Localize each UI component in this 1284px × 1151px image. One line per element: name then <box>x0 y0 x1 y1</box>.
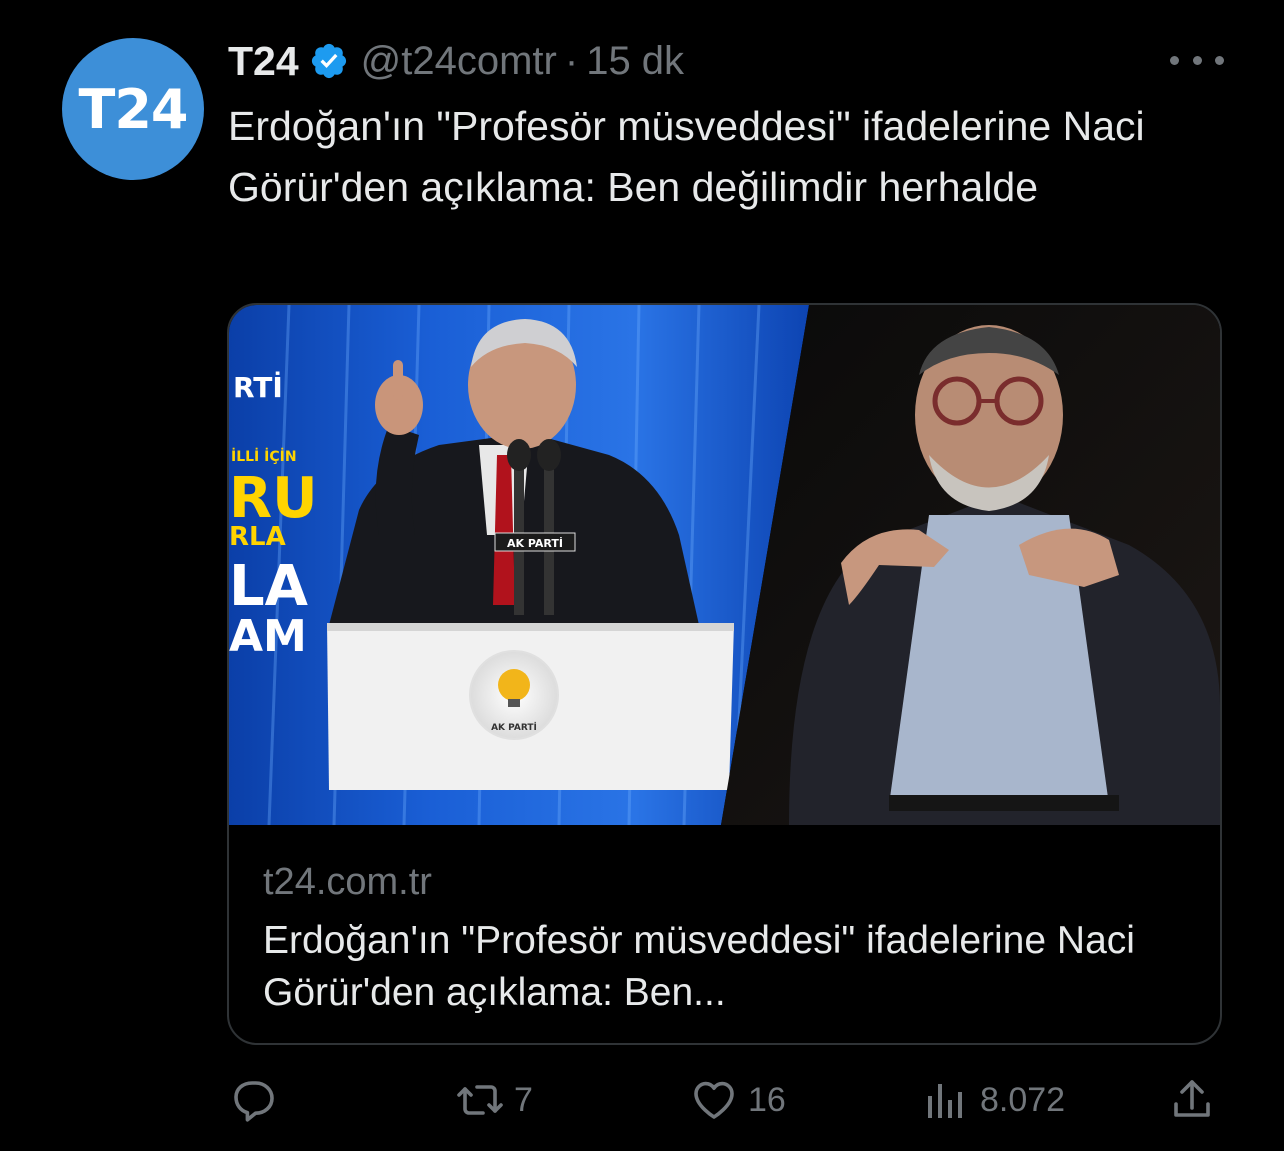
views-count: 8.072 <box>980 1080 1066 1119</box>
sign-small: İLLİ İÇİN <box>231 448 297 465</box>
heart-icon <box>694 1081 734 1119</box>
sign-line-3: RLA <box>229 522 286 552</box>
reply-button[interactable] <box>230 1070 288 1130</box>
tweet-text: Erdoğan'ın "Profesör müsveddesi" ifadele… <box>228 103 1145 210</box>
timestamp[interactable]: 15 dk <box>586 39 684 84</box>
card-image[interactable]: RTİ İLLİ İÇİN RU RLA LA AM AK PARTİ AK P… <box>229 305 1220 825</box>
badge-text: AK PARTİ <box>507 536 563 550</box>
views-button[interactable]: 8.072 <box>922 1070 1065 1130</box>
sign-line-4: LA <box>229 554 309 619</box>
like-button[interactable]: 16 <box>690 1070 786 1130</box>
retweet-icon <box>457 1085 503 1115</box>
card-domain[interactable]: t24.com.tr <box>263 861 432 904</box>
more-options-icon[interactable] <box>1170 50 1224 70</box>
link-card[interactable]: RTİ İLLİ İÇİN RU RLA LA AM AK PARTİ AK P… <box>227 303 1222 1045</box>
avatar-text: T24 <box>78 77 189 141</box>
reply-icon <box>234 1081 274 1122</box>
share-button[interactable] <box>1168 1070 1216 1130</box>
sign-line-1: RTİ <box>233 370 283 404</box>
card-title[interactable]: Erdoğan'ın "Profesör müsveddesi" ifadele… <box>263 915 1193 1019</box>
handle[interactable]: @t24comtr <box>361 39 557 84</box>
views-icon <box>928 1084 962 1118</box>
avatar[interactable]: T24 <box>62 38 204 180</box>
tweet-header: T24 @t24comtr · 15 dk <box>228 36 684 86</box>
podium-logo-text: AK PARTİ <box>491 722 537 733</box>
share-icon <box>1174 1080 1210 1117</box>
action-bar: 7 16 8.072 <box>228 1070 1224 1130</box>
verified-badge-icon[interactable] <box>309 41 349 81</box>
like-count: 16 <box>748 1080 786 1119</box>
separator-dot: · <box>564 38 579 83</box>
display-name[interactable]: T24 <box>228 38 299 85</box>
retweet-count: 7 <box>514 1080 533 1119</box>
retweet-button[interactable]: 7 <box>456 1070 533 1130</box>
sign-line-5: AM <box>229 611 307 662</box>
